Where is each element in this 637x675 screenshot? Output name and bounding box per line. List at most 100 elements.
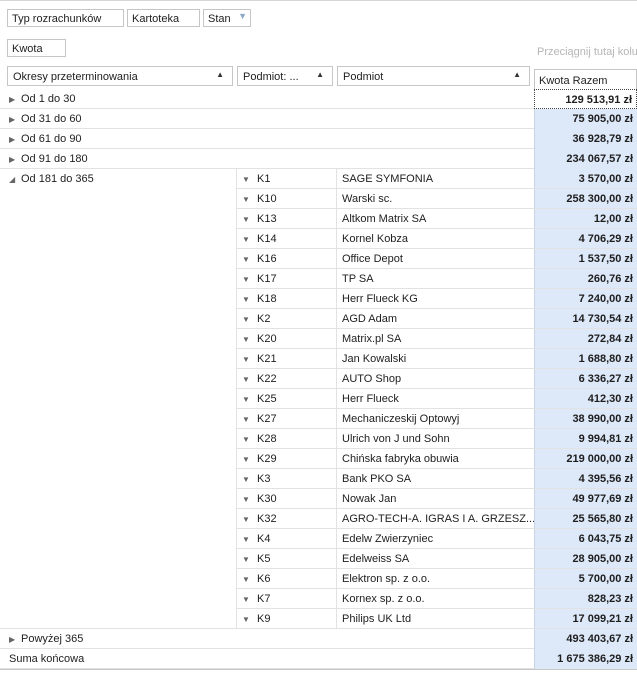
group-row[interactable]: ▶ Od 1 do 30 129 513,91 zł (0, 89, 637, 109)
collapse-icon[interactable]: ▼ (242, 435, 257, 444)
collapse-icon[interactable]: ▼ (242, 255, 257, 264)
subgroup-row[interactable]: ▼ K21 Jan Kowalski 1 688,80 zł (0, 349, 637, 369)
data-column-header[interactable]: Kwota Razem (534, 69, 637, 90)
value-cell[interactable]: 25 565,80 zł (534, 509, 637, 529)
podmiot-name-cell[interactable]: Philips UK Ltd (336, 609, 534, 629)
podmiot-code-cell[interactable]: ▼ K13 (236, 209, 336, 229)
podmiot-code-cell[interactable]: ▼ K20 (236, 329, 336, 349)
subgroup-row[interactable]: ▼ K30 Nowak Jan 49 977,69 zł (0, 489, 637, 509)
podmiot-code-cell[interactable]: ▼ K5 (236, 549, 336, 569)
value-cell[interactable]: 129 513,91 zł (534, 89, 637, 109)
podmiot-name-cell[interactable]: AGRO-TECH-A. IGRAS I A. GRZESZ... (336, 509, 534, 529)
podmiot-code-cell[interactable]: ▼ K25 (236, 389, 336, 409)
podmiot-name-cell[interactable]: AUTO Shop (336, 369, 534, 389)
subgroup-row[interactable]: ▼ K17 TP SA 260,76 zł (0, 269, 637, 289)
expand-icon[interactable]: ▶ (9, 635, 21, 644)
podmiot-name-cell[interactable]: Edelweiss SA (336, 549, 534, 569)
subgroup-row[interactable]: ▼ K16 Office Depot 1 537,50 zł (0, 249, 637, 269)
subgroup-row[interactable]: ▼ K32 AGRO-TECH-A. IGRAS I A. GRZESZ... 25 … (0, 509, 637, 529)
podmiot-code-cell[interactable]: ▼ K28 (236, 429, 336, 449)
row-field-okresy[interactable]: Okresy przeterminowania ▲ (7, 66, 233, 86)
collapse-icon[interactable]: ▼ (242, 175, 257, 184)
collapse-icon[interactable]: ▼ (242, 615, 257, 624)
collapse-icon[interactable]: ▼ (242, 395, 257, 404)
subgroup-row[interactable]: ▼ K27 Mechaniczeskij Optowyj 38 990,00 zł (0, 409, 637, 429)
expand-icon[interactable]: ▶ (9, 115, 21, 124)
subgroup-row[interactable]: ▼ K1 SAGE SYMFONIA 3 570,00 zł (0, 169, 637, 189)
podmiot-name-cell[interactable]: Elektron sp. z o.o. (336, 569, 534, 589)
expand-icon[interactable]: ▶ (9, 95, 21, 104)
podmiot-name-cell[interactable]: Herr Flueck KG (336, 289, 534, 309)
data-field-kwota[interactable]: Kwota (7, 39, 66, 57)
value-cell[interactable]: 9 994,81 zł (534, 429, 637, 449)
collapse-icon[interactable]: ▼ (242, 315, 257, 324)
subgroup-row[interactable]: ▼ K9 Philips UK Ltd 17 099,21 zł (0, 609, 637, 629)
podmiot-code-cell[interactable]: ▼ K22 (236, 369, 336, 389)
subgroup-row[interactable]: ▼ K14 Kornel Kobza 4 706,29 zł (0, 229, 637, 249)
collapse-icon[interactable]: ▼ (242, 555, 257, 564)
filter-icon[interactable]: ▼ (238, 11, 247, 21)
collapse-icon[interactable]: ▼ (242, 515, 257, 524)
subgroup-row[interactable]: ▼ K29 Chińska fabryka obuwia 219 000,00 zł (0, 449, 637, 469)
podmiot-code-cell[interactable]: ▼ K32 (236, 509, 336, 529)
podmiot-name-cell[interactable]: SAGE SYMFONIA (336, 169, 534, 189)
subgroup-row[interactable]: ▼ K20 Matrix.pl SA 272,84 zł (0, 329, 637, 349)
subgroup-row[interactable]: ▼ K28 Ulrich von J und Sohn 9 994,81 zł (0, 429, 637, 449)
collapse-icon[interactable]: ◢ (9, 175, 21, 184)
collapse-icon[interactable]: ▼ (242, 335, 257, 344)
podmiot-code-cell[interactable]: ▼ K21 (236, 349, 336, 369)
value-cell[interactable]: 4 706,29 zł (534, 229, 637, 249)
subgroup-row[interactable]: ▼ K25 Herr Flueck 412,30 zł (0, 389, 637, 409)
podmiot-name-cell[interactable]: Ulrich von J und Sohn (336, 429, 534, 449)
collapse-icon[interactable]: ▼ (242, 495, 257, 504)
podmiot-code-cell[interactable]: ▼ K14 (236, 229, 336, 249)
value-cell[interactable]: 17 099,21 zł (534, 609, 637, 629)
collapse-icon[interactable]: ▼ (242, 295, 257, 304)
collapse-icon[interactable]: ▼ (242, 275, 257, 284)
collapse-icon[interactable]: ▼ (242, 355, 257, 364)
podmiot-code-cell[interactable]: ▼ K3 (236, 469, 336, 489)
podmiot-code-cell[interactable]: ▼ K2 (236, 309, 336, 329)
podmiot-code-cell[interactable]: ▼ K7 (236, 589, 336, 609)
subgroup-row[interactable]: ▼ K6 Elektron sp. z o.o. 5 700,00 zł (0, 569, 637, 589)
filter-field-stan[interactable]: Stan ▼ (203, 9, 251, 27)
group-row[interactable]: ▶ Od 91 do 180 234 067,57 zł (0, 149, 637, 169)
row-field-podmiot[interactable]: Podmiot ▲ (337, 66, 530, 86)
value-cell[interactable]: 36 928,79 zł (534, 129, 637, 149)
value-cell[interactable]: 38 990,00 zł (534, 409, 637, 429)
value-cell[interactable]: 219 000,00 zł (534, 449, 637, 469)
subgroup-row[interactable]: ▼ K18 Herr Flueck KG 7 240,00 zł (0, 289, 637, 309)
collapse-icon[interactable]: ▼ (242, 415, 257, 424)
value-cell[interactable]: 260,76 zł (534, 269, 637, 289)
subgroup-row[interactable]: ▼ K5 Edelweiss SA 28 905,00 zł (0, 549, 637, 569)
value-cell[interactable]: 7 240,00 zł (534, 289, 637, 309)
subgroup-row[interactable]: ▼ K4 Edelw Zwierzyniec 6 043,75 zł (0, 529, 637, 549)
value-cell[interactable]: 49 977,69 zł (534, 489, 637, 509)
podmiot-code-cell[interactable]: ▼ K17 (236, 269, 336, 289)
podmiot-code-cell[interactable]: ▼ K27 (236, 409, 336, 429)
group-row[interactable]: ▶ Od 31 do 60 75 905,00 zł (0, 109, 637, 129)
value-cell[interactable]: 1 688,80 zł (534, 349, 637, 369)
podmiot-name-cell[interactable]: AGD Adam (336, 309, 534, 329)
value-cell[interactable]: 14 730,54 zł (534, 309, 637, 329)
podmiot-code-cell[interactable]: ▼ K10 (236, 189, 336, 209)
grand-total-value[interactable]: 1 675 386,29 zł (534, 649, 637, 669)
value-cell[interactable]: 75 905,00 zł (534, 109, 637, 129)
value-cell[interactable]: 493 403,67 zł (534, 629, 637, 649)
podmiot-name-cell[interactable]: Herr Flueck (336, 389, 534, 409)
subgroup-row[interactable]: ▼ K22 AUTO Shop 6 336,27 zł (0, 369, 637, 389)
value-cell[interactable]: 234 067,57 zł (534, 149, 637, 169)
value-cell[interactable]: 1 537,50 zł (534, 249, 637, 269)
collapse-icon[interactable]: ▼ (242, 235, 257, 244)
podmiot-name-cell[interactable]: Warski sc. (336, 189, 534, 209)
podmiot-code-cell[interactable]: ▼ K30 (236, 489, 336, 509)
filter-field-typ-rozrachunkow[interactable]: Typ rozrachunków (7, 9, 124, 27)
collapse-icon[interactable]: ▼ (242, 455, 257, 464)
podmiot-name-cell[interactable]: TP SA (336, 269, 534, 289)
collapse-icon[interactable]: ▼ (242, 195, 257, 204)
collapse-icon[interactable]: ▼ (242, 535, 257, 544)
subgroup-row[interactable]: ▼ K2 AGD Adam 14 730,54 zł (0, 309, 637, 329)
value-cell[interactable]: 272,84 zł (534, 329, 637, 349)
value-cell[interactable]: 828,23 zł (534, 589, 637, 609)
expand-icon[interactable]: ▶ (9, 135, 21, 144)
